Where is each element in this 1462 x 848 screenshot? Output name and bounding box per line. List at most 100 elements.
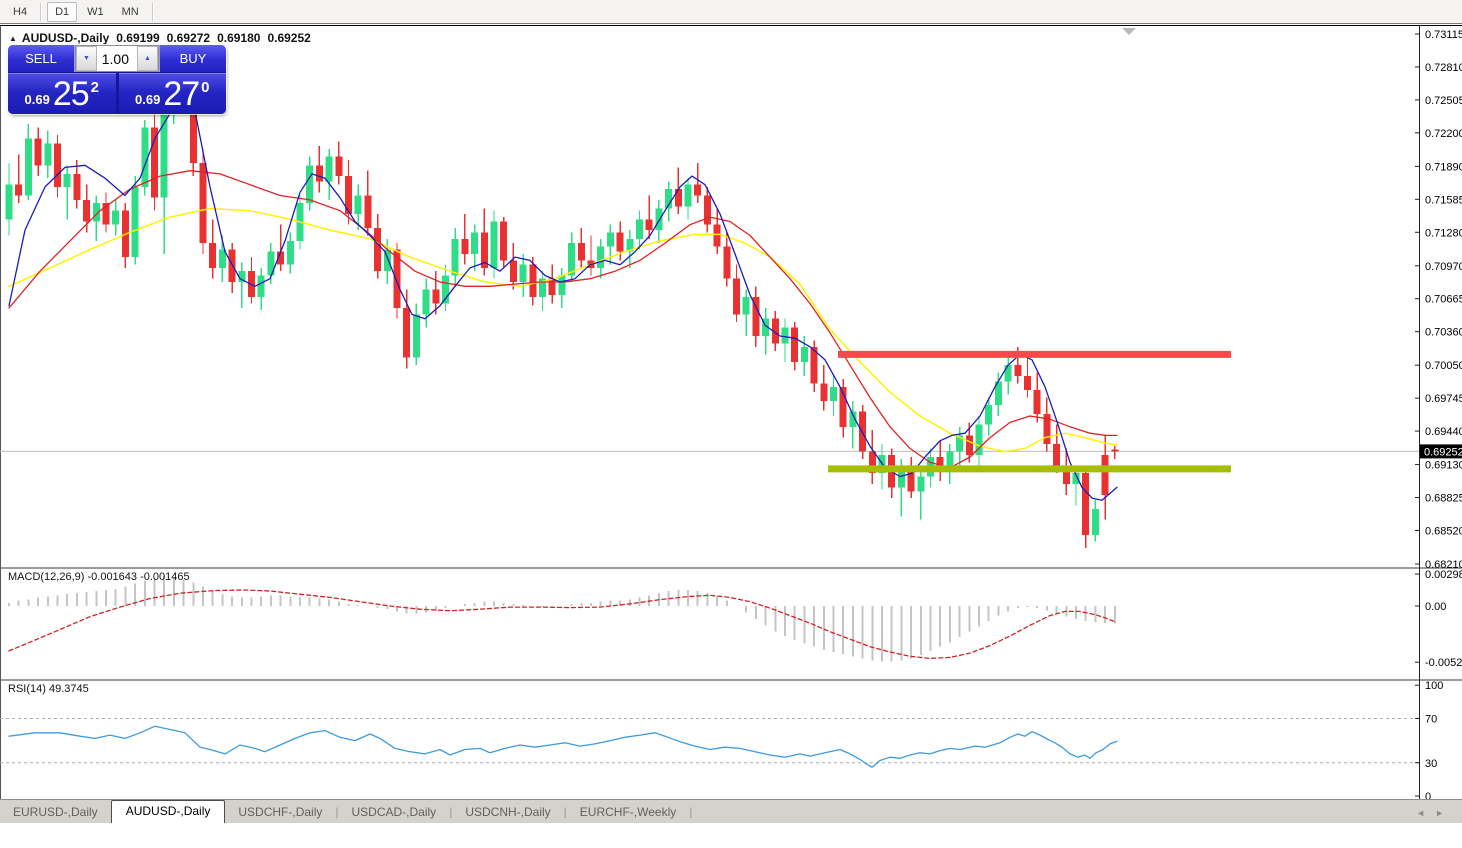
candle-body xyxy=(743,297,750,314)
candle-body xyxy=(782,327,789,343)
sell-price-pip: 2 xyxy=(91,79,99,96)
application-window: H4D1W1MN 0.731150.728100.725050.722000.7… xyxy=(0,0,1462,848)
candle-body xyxy=(413,314,420,357)
macd-values: -0.001643 -0.001465 xyxy=(87,571,189,583)
candle-body xyxy=(723,246,730,278)
timeframe-button-d1[interactable]: D1 xyxy=(47,2,77,22)
sell-price-display[interactable]: 0.69 25 2 xyxy=(8,73,116,114)
candle-body xyxy=(54,144,61,187)
tab-eurchfweekly[interactable]: EURCHF-,Weekly xyxy=(567,802,689,823)
tab-separator: | xyxy=(689,805,692,823)
candle-body xyxy=(1005,365,1012,381)
candle-body xyxy=(432,290,439,304)
collapse-panel-icon[interactable]: ▲ xyxy=(9,34,17,43)
volume-stepper: ▼ 1.00 ▲ xyxy=(75,45,159,72)
price-chart-canvas[interactable]: 0.731150.728100.725050.722000.718900.715… xyxy=(0,26,1462,848)
candle-body xyxy=(733,279,740,315)
candle-body xyxy=(791,327,798,362)
ohlc-open: 0.69199 xyxy=(116,31,159,45)
candle-body xyxy=(15,185,22,196)
chart-title: ▲AUDUSD-,Daily0.691990.692720.691800.692… xyxy=(9,31,311,45)
price-axis-label: 0.68520 xyxy=(1425,525,1462,537)
candle-body xyxy=(326,157,333,182)
sell-price-prefix: 0.69 xyxy=(25,92,50,107)
candle-body xyxy=(675,189,682,206)
candle-body xyxy=(820,384,827,401)
candle-body xyxy=(64,174,71,187)
candle-body xyxy=(578,243,585,260)
candle-body xyxy=(491,221,498,267)
one-click-trading-panel: SELL ▼ 1.00 ▲ BUY 0.69 25 2 0.69 27 0 xyxy=(8,45,226,114)
volume-increase-button[interactable]: ▲ xyxy=(137,46,158,71)
candle-body xyxy=(558,275,565,294)
toolbar-separator xyxy=(152,3,154,21)
tab-usdchfdaily[interactable]: USDCHF-,Daily xyxy=(225,802,335,823)
candle-body xyxy=(636,219,643,238)
price-axis-label: 0.70665 xyxy=(1425,294,1462,306)
tab-eurusddaily[interactable]: EURUSD-,Daily xyxy=(0,802,111,823)
candle-body xyxy=(500,221,507,260)
timeframe-toolbar: H4 D1W1MN xyxy=(0,0,1462,24)
buy-price-big: 27 xyxy=(163,75,199,114)
price-axis-label: 0.72200 xyxy=(1425,128,1462,140)
candle-body xyxy=(287,241,294,265)
sell-price-big: 25 xyxy=(53,75,89,114)
price-axis-label: 0.69745 xyxy=(1425,393,1462,405)
symbol-tab-bar: EURUSD-,DailyAUDUSD-,DailyUSDCHF-,Daily |… xyxy=(0,799,1462,823)
timeframe-button-mn[interactable]: MN xyxy=(114,2,147,22)
price-axis-label: 0.68825 xyxy=(1425,493,1462,505)
volume-input[interactable]: 1.00 xyxy=(97,46,137,71)
buy-price-pip: 0 xyxy=(201,79,209,96)
tab-audusddaily[interactable]: AUDUSD-,Daily xyxy=(111,800,226,823)
buy-button[interactable]: BUY xyxy=(159,45,226,72)
candle-body xyxy=(73,174,80,200)
tab-usdcnhdaily[interactable]: USDCNH-,Daily xyxy=(452,802,563,823)
candle-body xyxy=(83,200,90,222)
candle-body xyxy=(694,185,701,196)
ohlc-close: 0.69252 xyxy=(267,31,310,45)
candle-body xyxy=(510,260,517,282)
candle-body xyxy=(607,232,614,246)
candle-body xyxy=(316,165,323,181)
candle-body xyxy=(704,196,711,225)
tab-usdcaddaily[interactable]: USDCAD-,Daily xyxy=(339,802,450,823)
candle-body xyxy=(1014,365,1021,376)
macd-axis-label: 0.002984 xyxy=(1425,569,1462,581)
candle-body xyxy=(132,187,139,257)
sell-button[interactable]: SELL xyxy=(8,45,75,72)
candle-body xyxy=(1102,455,1109,495)
candle-body xyxy=(917,476,924,491)
rsi-axis-label: 100 xyxy=(1425,680,1443,692)
chart-window[interactable]: 0.731150.728100.725050.722000.718900.715… xyxy=(0,25,1462,848)
candle-body xyxy=(355,196,362,214)
candle-body xyxy=(200,163,207,243)
candle-body xyxy=(6,185,13,220)
rsi-axis-label: 70 xyxy=(1425,713,1437,725)
chart-background xyxy=(0,26,1462,848)
price-axis-label: 0.70970 xyxy=(1425,261,1462,273)
tab-scroll-right-icon[interactable]: ► xyxy=(1435,808,1454,818)
candle-body xyxy=(714,225,721,247)
candle-body xyxy=(364,196,371,228)
price-axis-label: 0.72505 xyxy=(1425,95,1462,107)
candle-body xyxy=(1053,444,1060,466)
ohlc-low: 0.69180 xyxy=(217,31,260,45)
candle-body xyxy=(471,232,478,254)
timeframe-button-w1[interactable]: W1 xyxy=(79,2,112,22)
buy-price-display[interactable]: 0.69 27 0 xyxy=(119,73,227,114)
candle-body xyxy=(1034,390,1041,414)
tab-scroll-left-icon[interactable]: ◄ xyxy=(1416,808,1435,818)
price-axis-label: 0.71280 xyxy=(1425,227,1462,239)
candle-body xyxy=(403,308,410,358)
candle-body xyxy=(597,246,604,268)
rsi-axis-label: 30 xyxy=(1425,758,1437,770)
candle-body xyxy=(617,232,624,251)
candle-body xyxy=(306,165,313,203)
price-axis-label: 0.70050 xyxy=(1425,360,1462,372)
volume-decrease-button[interactable]: ▼ xyxy=(76,46,97,71)
candle-body xyxy=(520,265,527,282)
price-axis-label: 0.71585 xyxy=(1425,194,1462,206)
candle-body xyxy=(25,138,32,195)
rsi-value: 49.3745 xyxy=(49,683,89,695)
timeframe-button-h4[interactable]: H4 xyxy=(5,2,35,22)
